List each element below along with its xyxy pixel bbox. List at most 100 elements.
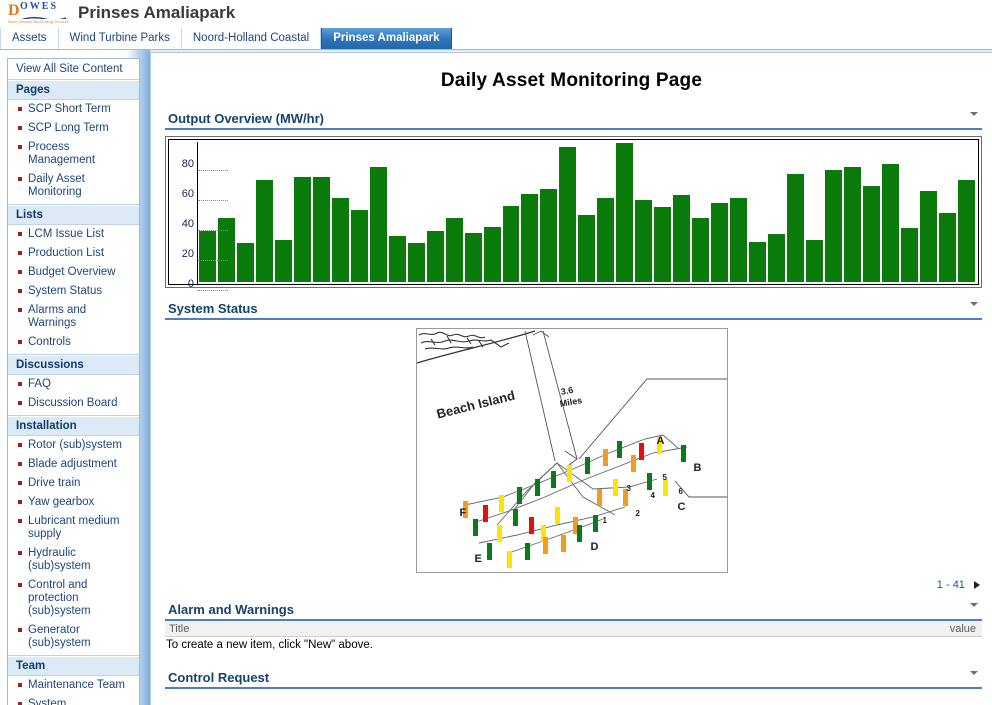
chevron-down-icon-system-status[interactable] [970,302,978,306]
map-label: E [474,553,482,565]
chart-bar [331,198,350,282]
main-content-area: Daily Asset Monitoring Page Output Overv… [150,52,992,705]
map-label: B [693,462,702,474]
sidebar-heading-lists: Lists [8,205,139,225]
tab-wind-turbine-parks[interactable]: Wind Turbine Parks [59,28,182,49]
chart-bar [711,202,730,282]
chevron-down-icon-output-overview[interactable] [970,112,978,116]
sidebar-item-system-status[interactable]: System Status [8,282,139,301]
sidebar-item-daily-asset-monitoring[interactable]: Daily Asset Monitoring [8,170,139,202]
sidebar-item-production-list[interactable]: Production List [8,244,139,263]
chart-bar [673,195,692,282]
chart-bar [635,199,654,282]
alarm-list-column-headers: Title value [165,621,982,637]
chart-bar [199,231,217,282]
chart-bar [445,217,464,282]
chart-bar [824,169,843,282]
chart-y-tick-label: 60 [181,188,194,201]
map-label: 2 [635,509,640,518]
sidebar-item-scp-long-term[interactable]: SCP Long Term [8,119,139,138]
tab-noord-holland-coastal[interactable]: Noord-Holland Coastal [182,28,322,49]
page-title: Daily Asset Monitoring Page [440,70,703,91]
chart-gridline [198,290,228,291]
chart-bar [483,226,502,282]
chart-bar [900,228,919,282]
logo-word-owes: OWES [20,1,59,12]
map-label: Beach Island [434,387,516,422]
chart-bar [559,147,578,282]
map-label: Miles [558,395,583,409]
chart-y-tick-label: 20 [181,248,194,261]
chart-gridline [198,260,228,262]
map-label: 3.6 [559,384,574,397]
pagination-range: 1 - 41 [936,579,965,591]
sidebar-item-system-management-team[interactable]: System Management Team [8,695,139,705]
sidebar-item-generator-subsystem[interactable]: Generator (sub)system [8,621,139,653]
sidebar-item-maintenance-team[interactable]: Maintenance Team [8,676,139,695]
alarm-list-empty-message: To create a new item, click "New" above. [166,639,373,651]
tab-assets[interactable]: Assets [0,28,59,49]
sidebar-heading-team: Team [8,656,139,676]
sidebar-item-scp-short-term[interactable]: SCP Short Term [8,100,139,119]
chart-bar [388,235,407,282]
column-header-title[interactable]: Title [169,623,189,635]
chart-bar [255,180,274,282]
chart-bar [768,234,787,282]
application-window: D OWES Dutch Offshore Wind Energy Servic… [0,0,992,705]
chart-bar [654,207,673,282]
column-header-value[interactable]: value [950,623,976,635]
chart-bar [407,243,426,282]
tab-prinses-amaliapark[interactable]: Prinses Amaliapark [321,28,452,49]
sidebar-item-view-all-site-content[interactable]: View All Site Content [8,59,139,80]
sidebar-group-team: Team Maintenance Team System Management … [8,656,139,705]
chart-bar [521,193,540,282]
sidebar-item-controls[interactable]: Controls [8,333,139,352]
sidebar-item-control-and-protection-subsystem[interactable]: Control and protection (sub)system [8,576,139,621]
chart-bar [862,186,881,282]
page-site-title: Prinses Amaliapark [78,3,236,22]
sidebar-item-discussion-board[interactable]: Discussion Board [8,394,139,413]
chart-bar [919,190,938,282]
dowes-logo[interactable]: D OWES Dutch Offshore Wind Energy Servic… [8,1,72,27]
sidebar-item-blade-adjustment[interactable]: Blade adjustment [8,455,139,474]
next-page-triangle-icon[interactable] [974,581,980,590]
chart-bar [616,143,635,282]
webpart-title-control-request: Control Request [168,670,270,685]
chart-bar [843,166,862,282]
sidebar-item-hydraulic-subsystem[interactable]: Hydraulic (sub)system [8,544,139,576]
chart-bar [502,205,521,282]
sidebar-item-alarms-and-warnings[interactable]: Alarms and Warnings [8,301,139,333]
chart-bar [217,217,236,282]
chart-y-tick-label: 40 [181,218,194,231]
webpart-title-alarm-and-warnings: Alarm and Warnings [168,602,294,617]
site-header: D OWES Dutch Offshore Wind Energy Servic… [0,0,992,28]
sidebar-group-pages: Pages SCP Short Term SCP Long Term Proce… [8,80,139,205]
webpart-header-system-status: System Status [165,298,982,320]
wind-farm-layout-map[interactable]: Beach Island 3.6 Miles A B C D E F 1 2 3 4 5 6 [415,328,728,573]
sidebar-heading-discussions: Discussions [8,355,139,375]
chart-y-tick-label: 80 [181,158,194,171]
sidebar-item-process-management[interactable]: Process Management [8,138,139,170]
top-navigation-tabs: Assets Wind Turbine Parks Noord-Holland … [0,28,992,50]
sidebar-group-discussions: Discussions FAQ Discussion Board [8,355,139,416]
sidebar-heading-installation: Installation [8,416,139,436]
chart-bar [540,189,559,282]
sidebar-item-budget-overview[interactable]: Budget Overview [8,263,139,282]
chart-bar [692,217,711,282]
logo-tagline: Dutch Offshore Wind Energy Services [8,20,69,24]
chart-y-axis-line [197,142,198,284]
webpart-header-control-request: Control Request [165,667,982,689]
webpart-title-output-overview: Output Overview (MW/hr) [168,111,324,126]
sidebar-item-faq[interactable]: FAQ [8,375,139,394]
sidebar-item-rotor-subsystem[interactable]: Rotor (sub)system [8,436,139,455]
sidebar-item-lubricant-medium-supply[interactable]: Lubricant medium supply [8,512,139,544]
sidebar-item-yaw-gearbox[interactable]: Yaw gearbox [8,493,139,512]
chart-plot-frame: 0 20 40 60 80 [168,139,979,291]
sidebar-item-drive-train[interactable]: Drive train [8,474,139,493]
chart-bar [426,231,445,282]
pagination: 1 - 41 [151,579,980,591]
sidebar-item-lcm-issue-list[interactable]: LCM Issue List [8,225,139,244]
chevron-down-icon-alarm-and-warnings[interactable] [970,603,978,607]
chart-bar [293,177,312,282]
chevron-down-icon-control-request[interactable] [970,671,978,675]
